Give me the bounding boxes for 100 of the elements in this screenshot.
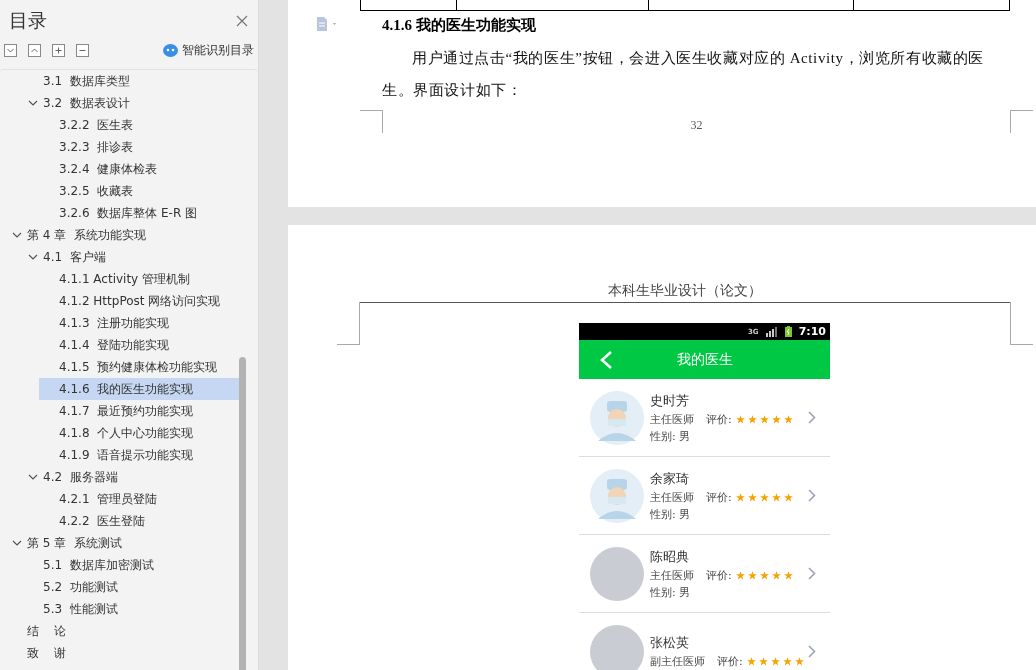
chevron-right-icon (808, 645, 816, 658)
doctor-name: 张松英 (650, 634, 690, 652)
chevron-right-icon (808, 411, 816, 424)
toc-item[interactable]: 5.3 性能测试 (0, 598, 240, 620)
star-filled-icon (783, 414, 793, 424)
toc-item[interactable]: 3.1 数据库类型 (0, 70, 240, 92)
rating-label: 评价: (706, 567, 732, 583)
doctor-title: 副主任医师 (650, 654, 705, 669)
robot-icon (163, 43, 178, 57)
doctor-gender: 性别: 男 (650, 428, 692, 444)
doctor-title: 主任医师 (650, 411, 694, 427)
crop-mark (337, 302, 360, 345)
toc-item[interactable]: 4.1.7 最近预约功能实现 (0, 400, 240, 422)
doctor-name: 史时芳 (650, 391, 690, 410)
collapse-all-icon[interactable] (28, 43, 41, 57)
star-filled-icon (783, 570, 793, 580)
rating-label: 评价: (706, 411, 732, 427)
star-filled-icon (747, 492, 757, 502)
toc-item[interactable]: 致 谢 (0, 642, 240, 664)
toc-item[interactable]: 4.2 服务器端 (0, 466, 240, 488)
section-heading: 4.1.6 我的医生功能实现 (382, 16, 537, 35)
doctor-illustration (590, 390, 644, 445)
page-header: 本科生毕业设计（论文） (608, 282, 762, 300)
toc-item[interactable]: 4.1.6 我的医生功能实现 (39, 378, 240, 400)
battery-icon (784, 326, 792, 337)
star-filled-icon (782, 657, 792, 666)
page-number: 32 (690, 118, 703, 133)
status-time: 7:10 (798, 325, 826, 338)
doctor-list-item[interactable]: 陈昭典 主任医师 评价: 性别: 男 (579, 535, 830, 613)
toc-item[interactable]: 4.1.9 语音提示功能实现 (0, 444, 240, 466)
rating-label: 评价: (706, 489, 732, 505)
toc-item[interactable]: 4.1.8 个人中心功能实现 (0, 422, 240, 444)
toc-item[interactable]: 5.2 功能测试 (0, 576, 240, 598)
star-filled-icon (759, 570, 769, 580)
toc-item[interactable]: 3.2.6 数据库整体 E-R 图 (0, 202, 240, 224)
chevron-right-icon (808, 567, 816, 580)
scrollbar-thumb[interactable] (239, 357, 246, 670)
doctor-name: 余家琦 (650, 469, 690, 488)
toc-item[interactable]: 4.1.5 预约健康体检功能实现 (0, 356, 240, 378)
sidebar-title: 目录 (9, 8, 47, 33)
toc-item[interactable]: 4.1.4 登陆功能实现 (0, 334, 240, 356)
minus-icon[interactable] (76, 43, 89, 57)
rating-label: 评价: (717, 654, 743, 669)
star-filled-icon (771, 492, 781, 502)
doctor-name: 陈昭典 (650, 547, 690, 566)
star-filled-icon (794, 657, 804, 666)
crop-mark (360, 110, 383, 133)
toc-item[interactable]: 3.2 数据表设计 (0, 92, 240, 114)
star-filled-icon (735, 414, 745, 424)
crop-mark (1010, 302, 1033, 345)
chevron-down-icon[interactable] (28, 252, 38, 262)
toc-item[interactable]: 4.2.1 管理员登陆 (0, 488, 240, 510)
star-filled-icon (770, 657, 780, 666)
toc-item[interactable]: 3.2.5 收藏表 (0, 180, 240, 202)
chevron-down-icon[interactable] (28, 472, 38, 482)
toc-item[interactable]: 第 4 章 系统功能实现 (0, 224, 240, 246)
star-filled-icon (747, 570, 757, 580)
star-filled-icon (747, 414, 757, 424)
toc-item[interactable]: 3.2.4 健康体检表 (0, 158, 240, 180)
star-filled-icon (746, 657, 756, 666)
toc-item[interactable]: 结 论 (0, 620, 240, 642)
crop-mark (1010, 110, 1033, 133)
toc-item[interactable]: 4.1.3 注册功能实现 (0, 312, 240, 334)
toc-item[interactable]: 3.2.3 排诊表 (0, 136, 240, 158)
doctor-list-item[interactable]: 史时芳 主任医师 评价: 性别: 男 (579, 379, 830, 457)
doctor-gender: 性别: 男 (650, 506, 692, 522)
chevron-down-icon[interactable] (28, 98, 38, 108)
plus-icon[interactable] (52, 43, 65, 57)
star-filled-icon (759, 414, 769, 424)
toc-item[interactable]: 4.1.1 Activity 管理机制 (0, 268, 240, 290)
doctor-title: 主任医师 (650, 489, 694, 505)
screen-title: 我的医生 (676, 350, 733, 369)
star-filled-icon (735, 492, 745, 502)
star-filled-icon (771, 414, 781, 424)
doctor-gender: 性别: 男 (650, 584, 692, 600)
doctor-list-item[interactable]: 张松英 副主任医师 评价: (579, 613, 830, 670)
toc-item[interactable]: 4.1.2 HttpPost 网络访问实现 (0, 290, 240, 312)
star-filled-icon (735, 570, 745, 580)
photo-placeholder (590, 546, 644, 601)
toc-item[interactable]: 3.2.2 医生表 (0, 114, 240, 136)
smart-toc-button[interactable]: 智能识别目录 (163, 41, 254, 59)
star-filled-icon (783, 492, 793, 502)
star-filled-icon (759, 492, 769, 502)
signal-icon (765, 326, 778, 337)
chevron-down-icon[interactable] (12, 538, 22, 548)
photo-placeholder (590, 624, 644, 670)
expand-all-icon[interactable] (4, 43, 17, 57)
toc-item[interactable]: 第 5 章 系统测试 (0, 532, 240, 554)
star-filled-icon (771, 570, 781, 580)
body-paragraph: 用户通过点击“我的医生”按钮，会进入医生收藏对应的 Activity，浏览所有收藏的医生。界面设计如下： (382, 49, 985, 100)
close-icon[interactable] (236, 15, 248, 27)
star-filled-icon (758, 657, 768, 666)
doctor-illustration (590, 468, 644, 523)
toc-item[interactable]: 4.2.2 医生登陆 (0, 510, 240, 532)
toc-item[interactable]: 5.1 数据库加密测试 (0, 554, 240, 576)
doctor-list-item[interactable]: 余家琦 主任医师 评价: 性别: 男 (579, 457, 830, 535)
chevron-right-icon (808, 489, 816, 502)
toc-item[interactable]: 4.1 客户端 (0, 246, 240, 268)
doctor-title: 主任医师 (650, 567, 694, 583)
chevron-down-icon[interactable] (12, 230, 22, 240)
